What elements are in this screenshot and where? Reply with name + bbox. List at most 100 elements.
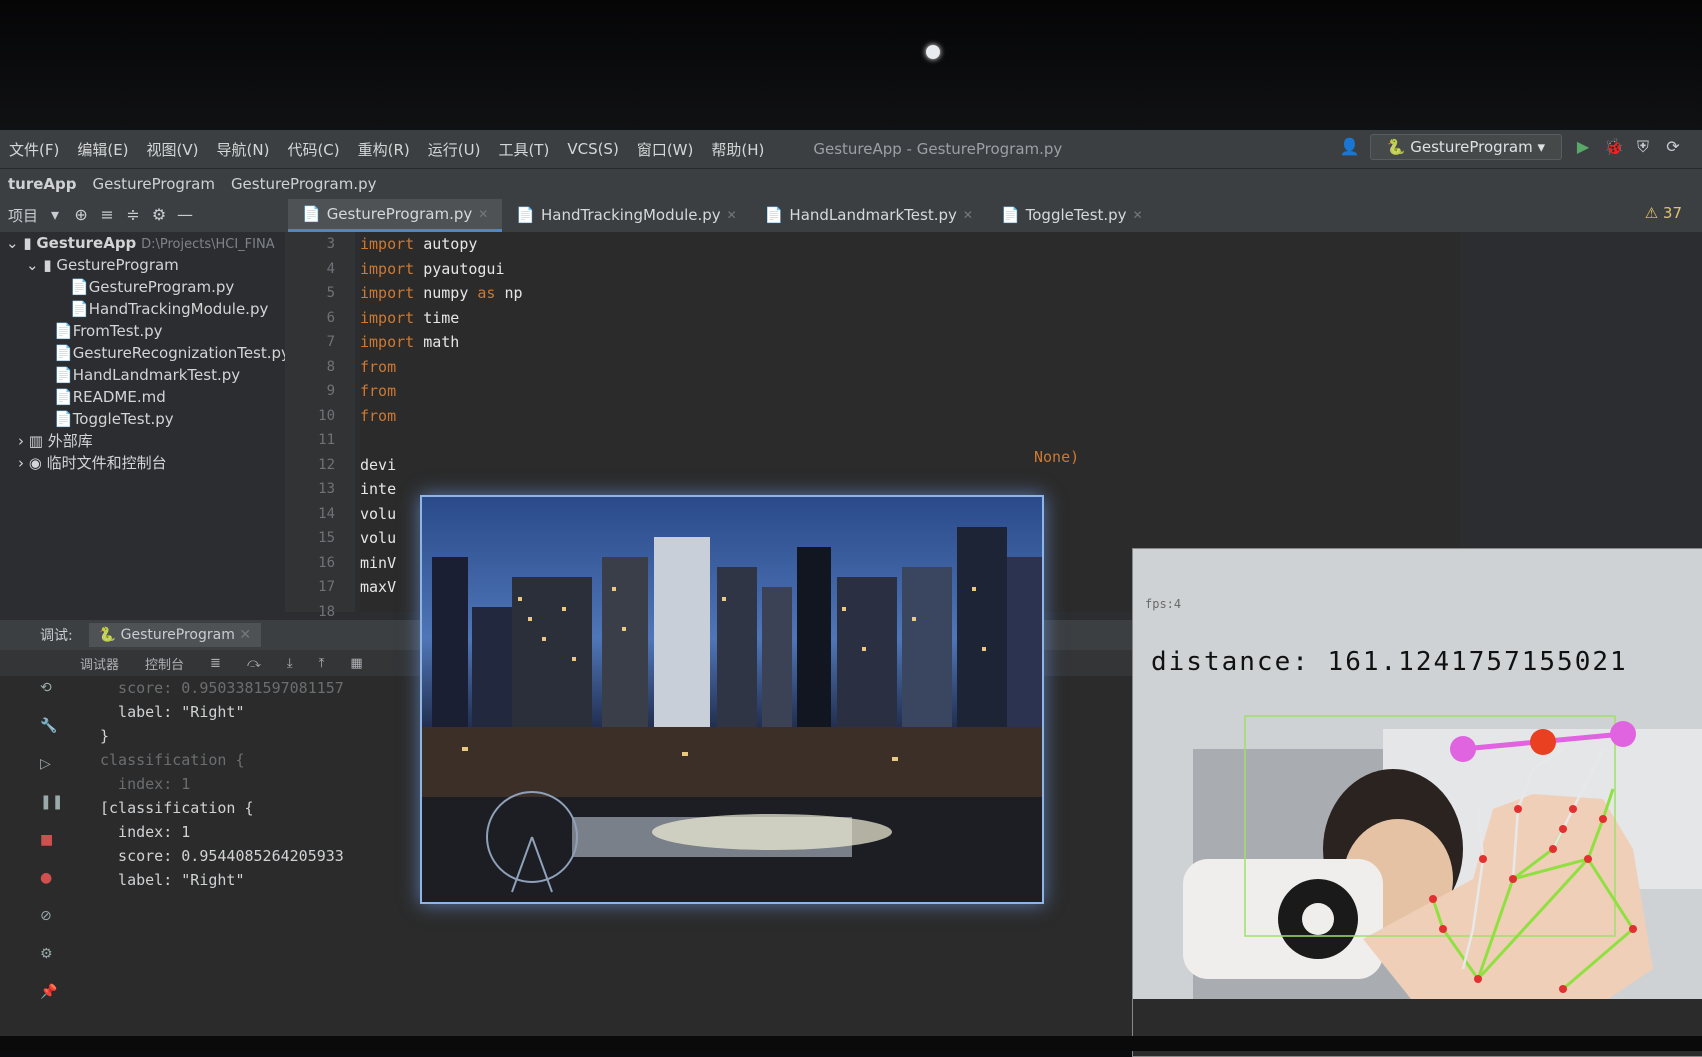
hide-icon[interactable]: — <box>176 206 194 224</box>
debug-icon[interactable]: 🐞 <box>1604 138 1624 156</box>
close-icon[interactable]: ✕ <box>1133 208 1143 222</box>
user-icon[interactable]: 👤 <box>1340 138 1360 156</box>
console-line: score: 0.9544085264205933 <box>100 847 344 865</box>
line-number: 13 <box>318 481 335 497</box>
console-line: } <box>100 727 110 745</box>
code-text: minV <box>360 553 397 572</box>
close-icon[interactable]: ✕ <box>727 208 737 222</box>
project-toolbar: 项目 ▾ ⊕ ≡ ≑ ⚙ — <box>0 205 288 226</box>
code-line: from <box>360 379 1460 404</box>
tab-toggletest[interactable]: 📄 ToggleTest.py ✕ <box>987 200 1157 230</box>
run-config-select[interactable]: 🐍 GestureProgram ▾ <box>1369 134 1562 160</box>
tab-label: HandTrackingModule.py <box>541 206 721 224</box>
pause-icon[interactable]: ❚❚ <box>40 794 64 810</box>
menu-vcs[interactable]: VCS(S) <box>558 140 627 158</box>
list-icon[interactable]: ≣ <box>210 656 221 671</box>
window-title: GestureApp - GestureProgram.py <box>813 140 1063 158</box>
distance-readout: distance: 161.1241757155021 <box>1151 647 1628 677</box>
rerun-icon[interactable]: ⟲ <box>40 680 64 696</box>
debug-config-tab[interactable]: 🐍 GestureProgram ✕ <box>88 623 262 647</box>
inspection-warnings[interactable]: ⚠ 37 <box>1645 204 1682 222</box>
console-line: index: 1 <box>100 823 191 841</box>
menu-code[interactable]: 代码(C) <box>278 139 348 160</box>
scratch-icon: ◉ <box>28 454 47 472</box>
menu-navigate[interactable]: 导航(N) <box>208 139 279 160</box>
code-text: autopy <box>414 235 478 253</box>
tree-root[interactable]: ⌄ ▮ GestureApp D:\Projects\HCI_FINA <box>0 232 282 254</box>
monitor-bottom-bezel <box>0 1036 1702 1051</box>
breadcrumb-project[interactable]: tureApp <box>0 175 85 193</box>
code-line: import autopy <box>360 232 1460 257</box>
project-view-label[interactable]: 项目 <box>8 205 38 226</box>
tab-debugger[interactable]: 调试器 <box>80 654 119 673</box>
run-icon[interactable]: ▶ <box>1574 138 1592 156</box>
settings-icon[interactable]: ⚙ <box>40 946 64 962</box>
line-number: 14 <box>318 505 335 522</box>
tree-file[interactable]: 📄README.md <box>0 386 282 408</box>
tab-console[interactable]: 控制台 <box>145 654 184 673</box>
mute-breakpoints-icon[interactable]: ⊘ <box>40 908 64 924</box>
pin-icon[interactable]: 📌 <box>40 984 64 1000</box>
menu-edit[interactable]: 编辑(E) <box>68 139 137 160</box>
step-out-icon[interactable]: ⤒ <box>319 656 325 671</box>
tree-file-label: README.md <box>72 388 166 406</box>
console-output[interactable]: score: 0.9503381597081157 label: "Right"… <box>100 676 344 892</box>
tree-root-path: D:\Projects\HCI_FINA <box>141 237 275 252</box>
tree-file[interactable]: 📄GestureRecognizationTest.py <box>0 342 290 364</box>
step-into-icon[interactable]: ⤓ <box>287 656 293 671</box>
code-text: numpy <box>414 284 478 302</box>
resume-icon[interactable]: ▷ <box>40 756 64 772</box>
line-number: 7 <box>326 334 335 350</box>
tree-file[interactable]: 📄GestureProgram.py <box>0 276 282 298</box>
code-text: devi <box>360 455 397 474</box>
debug-side-toolbar: ⟲ 🔧 ▷ ❚❚ ■ ● ⊘ ⚙ 📌 <box>40 680 64 1000</box>
tree-file-label: FromTest.py <box>72 322 163 340</box>
tree-external-libraries[interactable]: › ▥ 外部库 <box>0 430 282 452</box>
chevron-down-icon[interactable]: ▾ <box>46 206 64 224</box>
code-text: math <box>414 333 460 351</box>
step-over-icon[interactable]: ⤼ <box>247 656 261 671</box>
chevron-right-icon: › <box>18 454 29 472</box>
tab-label: HandLandmarkTest.py <box>789 206 957 224</box>
coverage-icon[interactable]: ⛨ <box>1634 138 1652 156</box>
tab-handlandmarktest[interactable]: 📄 HandLandmarkTest.py ✕ <box>751 200 987 230</box>
expand-all-icon[interactable]: ≡ <box>98 206 116 224</box>
tab-gestureprogram[interactable]: 📄 GestureProgram.py ✕ <box>288 198 503 232</box>
distance-label: distance: <box>1151 647 1310 677</box>
collapse-all-icon[interactable]: ≑ <box>124 206 142 224</box>
menu-run[interactable]: 运行(U) <box>419 139 490 160</box>
warning-count: 37 <box>1662 204 1682 222</box>
close-icon[interactable]: ✕ <box>963 208 973 222</box>
menu-file[interactable]: 文件(F) <box>0 139 68 160</box>
evaluate-icon[interactable]: ▦ <box>350 656 362 671</box>
tree-file[interactable]: 📄HandTrackingModule.py <box>0 298 282 320</box>
tree-file[interactable]: 📄HandLandmarkTest.py <box>0 364 282 386</box>
tree-file[interactable]: 📄FromTest.py <box>0 320 282 342</box>
tree-scratches[interactable]: › ◉ 临时文件和控制台 <box>0 452 282 474</box>
menu-refactor[interactable]: 重构(R) <box>349 139 419 160</box>
menu-tools[interactable]: 工具(T) <box>489 139 558 160</box>
tree-file[interactable]: 📄ToggleTest.py <box>0 408 282 430</box>
folder-icon: ▮ <box>43 256 57 274</box>
close-icon[interactable]: ✕ <box>239 627 251 643</box>
tree-file-label: GestureRecognizationTest.py <box>72 344 290 362</box>
wrench-icon[interactable]: 🔧 <box>40 718 64 734</box>
close-icon[interactable]: ✕ <box>478 207 488 221</box>
breadcrumb-file[interactable]: GestureProgram.py <box>223 175 385 193</box>
menu-window[interactable]: 窗口(W) <box>628 139 703 160</box>
locate-icon[interactable]: ⊕ <box>72 206 90 224</box>
monitor-bezel <box>0 0 1702 150</box>
python-file-icon: 📄 <box>70 300 89 318</box>
menu-help[interactable]: 帮助(H) <box>702 139 773 160</box>
gear-icon[interactable]: ⚙ <box>150 206 168 224</box>
fps-readout: fps:4 <box>1145 597 1182 611</box>
profile-icon[interactable]: ⟳ <box>1664 138 1682 156</box>
tree-folder-gestureprogram[interactable]: ⌄ ▮ GestureProgram <box>0 254 282 276</box>
breadcrumb-folder[interactable]: GestureProgram <box>85 175 223 193</box>
menu-view[interactable]: 视图(V) <box>138 139 208 160</box>
tab-handtrackingmodule[interactable]: 📄 HandTrackingModule.py ✕ <box>502 200 750 230</box>
stop-icon[interactable]: ■ <box>40 832 64 848</box>
python-file-icon: 📄 <box>54 322 73 340</box>
tree-folder-label: GestureProgram <box>56 256 179 274</box>
breakpoints-icon[interactable]: ● <box>40 870 64 886</box>
